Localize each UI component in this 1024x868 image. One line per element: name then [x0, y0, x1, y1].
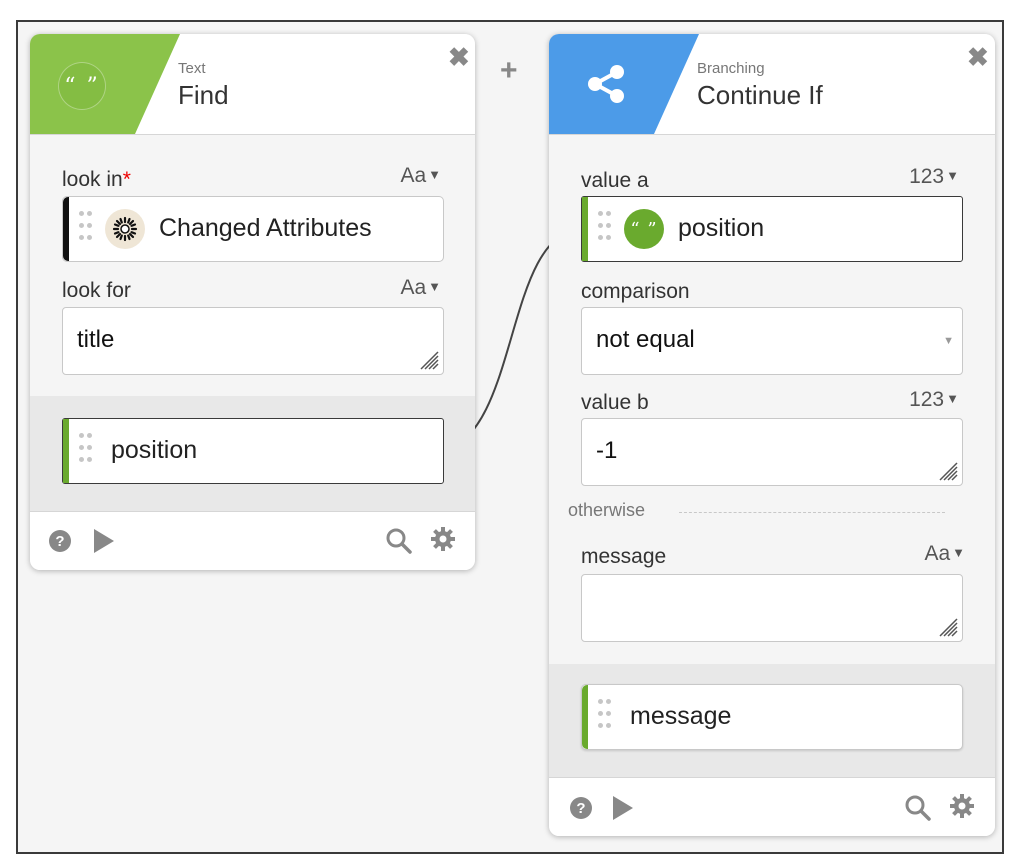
type-selector[interactable]: 123 ▼: [909, 165, 959, 189]
svg-text:?: ?: [576, 800, 585, 817]
caret-down-icon: ▼: [428, 167, 441, 182]
type-selector-label: Aa: [400, 164, 427, 187]
look-in-token[interactable]: Changed Attributes: [62, 196, 444, 262]
value-a-label: value a: [581, 169, 649, 192]
value-b-value: -1: [596, 437, 618, 464]
resize-handle-icon[interactable]: [938, 461, 958, 481]
type-selector[interactable]: 123 ▼: [909, 388, 959, 412]
message-input[interactable]: [581, 574, 963, 642]
share-branch-icon: [588, 65, 624, 103]
token-label: Changed Attributes: [159, 214, 372, 242]
play-icon[interactable]: [611, 795, 635, 821]
token-bar: [582, 685, 588, 749]
token-bar: [63, 419, 69, 483]
drag-handle-icon[interactable]: [79, 211, 97, 245]
continue-if-card: Branching Continue If ✖ value a 123 ▼ “ ”…: [549, 34, 995, 836]
find-card: “ ” Text Find ✖ look in* Aa ▼ Changed At…: [30, 34, 475, 570]
required-marker: *: [122, 168, 131, 191]
comparison-select[interactable]: not equal ▼: [581, 307, 963, 375]
card-header: “ ” Text Find ✖: [30, 34, 475, 135]
card-header: Branching Continue If ✖: [549, 34, 995, 135]
look-for-input[interactable]: title: [62, 307, 444, 375]
resize-handle-icon[interactable]: [938, 617, 958, 637]
look-in-label: look in*: [62, 168, 131, 192]
search-icon[interactable]: [386, 528, 412, 554]
token-label: position: [678, 214, 765, 242]
output-zone: message: [549, 664, 995, 778]
close-icon[interactable]: ✖: [967, 44, 989, 70]
comparison-value: not equal: [596, 326, 695, 353]
gear-icon[interactable]: [430, 526, 456, 552]
type-selector[interactable]: Aa ▼: [924, 542, 965, 566]
card-category: Text: [178, 60, 206, 77]
gear-icon[interactable]: [949, 793, 975, 819]
play-icon[interactable]: [92, 528, 116, 554]
search-icon[interactable]: [905, 795, 931, 821]
card-footer: ?: [30, 511, 475, 570]
type-selector-label: 123: [909, 165, 945, 188]
card-category: Branching: [697, 60, 765, 77]
caret-down-icon: ▼: [952, 545, 965, 560]
help-icon[interactable]: ?: [569, 796, 593, 820]
value-b-input[interactable]: -1: [581, 418, 963, 486]
token-bar: [63, 197, 69, 261]
card-title: Continue If: [697, 80, 823, 110]
close-icon[interactable]: ✖: [448, 44, 470, 70]
card-footer: ?: [549, 777, 995, 836]
card-title: Find: [178, 80, 229, 110]
token-bar: [582, 197, 588, 261]
type-selector-label: Aa: [400, 276, 427, 299]
caret-down-icon: ▼: [943, 335, 954, 347]
look-for-label: look for: [62, 279, 131, 302]
output-token[interactable]: position: [62, 418, 444, 484]
caret-down-icon: ▼: [946, 168, 959, 183]
drag-handle-icon[interactable]: [598, 211, 616, 245]
output-token[interactable]: message: [581, 684, 963, 750]
drag-handle-icon[interactable]: [598, 699, 616, 733]
type-selector-label: 123: [909, 388, 945, 411]
output-label: position: [111, 436, 198, 464]
quote-icon: “ ”: [624, 209, 664, 249]
drag-handle-icon[interactable]: [79, 433, 97, 467]
value-a-token[interactable]: “ ” position: [581, 196, 963, 262]
look-for-value: title: [77, 326, 115, 353]
type-selector[interactable]: Aa ▼: [400, 164, 441, 188]
changed-attributes-icon: [105, 209, 145, 249]
type-selector[interactable]: Aa ▼: [400, 276, 441, 300]
value-b-label: value b: [581, 391, 649, 414]
comparison-label: comparison: [581, 280, 690, 303]
output-zone: position: [30, 396, 475, 512]
help-icon[interactable]: ?: [48, 529, 72, 553]
otherwise-label: otherwise: [568, 500, 646, 520]
resize-handle-icon[interactable]: [419, 350, 439, 370]
type-selector-label: Aa: [924, 542, 951, 565]
message-label: message: [581, 545, 667, 568]
caret-down-icon: ▼: [428, 279, 441, 294]
svg-text:?: ?: [55, 533, 64, 550]
quote-icon: “ ”: [58, 62, 106, 110]
output-label: message: [630, 702, 732, 730]
caret-down-icon: ▼: [946, 391, 959, 406]
look-in-label-text: look in: [62, 168, 123, 191]
otherwise-divider: [679, 512, 945, 513]
add-step-button[interactable]: +: [500, 56, 518, 86]
